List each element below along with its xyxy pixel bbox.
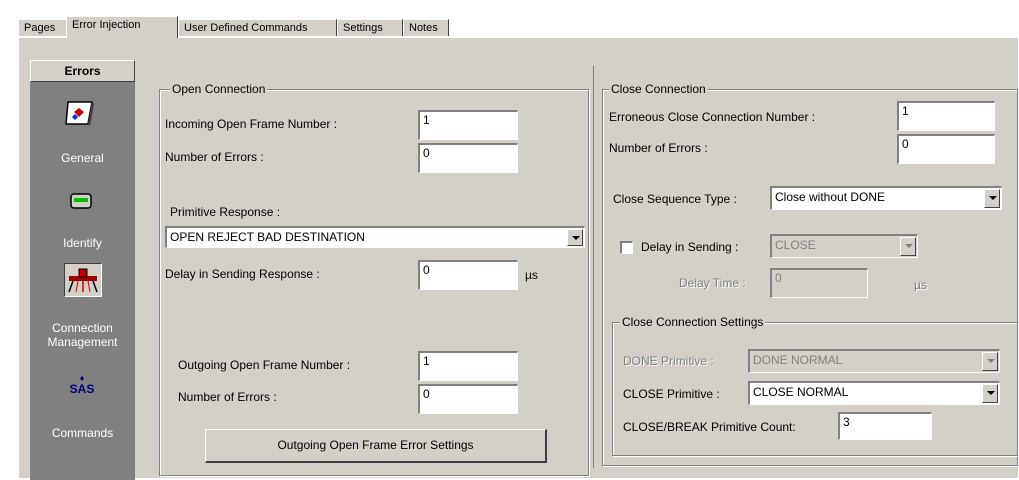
- delay-sending-response-label: Delay in Sending Response :: [165, 267, 320, 281]
- close-primitive-select[interactable]: CLOSE NORMAL: [748, 381, 1000, 405]
- delay-in-sending-checkbox[interactable]: [620, 241, 633, 254]
- close-sequence-type-value: Close without DONE: [775, 190, 886, 204]
- tab-error-injection[interactable]: Error Injection: [66, 16, 178, 38]
- outgoing-num-errors-label: Number of Errors :: [178, 390, 277, 404]
- close-sequence-type-select[interactable]: Close without DONE: [770, 186, 1002, 210]
- close-primitive-label: CLOSE Primitive :: [623, 387, 720, 401]
- delay-time-unit-label: µs: [914, 278, 927, 292]
- tab-pages[interactable]: Pages: [18, 19, 68, 36]
- close-num-errors-input[interactable]: 0: [897, 134, 995, 164]
- close-break-count-input[interactable]: 3: [838, 412, 932, 440]
- sidebar-item-commands[interactable]: Commands: [30, 426, 135, 440]
- close-break-count-label: CLOSE/BREAK Primitive Count:: [623, 420, 796, 434]
- primitive-response-value: OPEN REJECT BAD DESTINATION: [170, 230, 365, 244]
- delay-in-sending-select[interactable]: CLOSE: [770, 234, 918, 258]
- tab-user-defined-commands[interactable]: User Defined Commands: [178, 19, 337, 36]
- close-connection-settings-title: Close Connection Settings: [620, 315, 766, 329]
- chevron-down-icon[interactable]: [984, 189, 1000, 208]
- panel-divider: [593, 66, 594, 468]
- outgoing-open-frame-label: Outgoing Open Frame Number :: [178, 358, 351, 372]
- errors-header-button[interactable]: Errors: [30, 60, 135, 82]
- open-num-errors-input[interactable]: 0: [418, 143, 518, 173]
- close-num-errors-label: Number of Errors :: [609, 141, 708, 155]
- delay-time-input[interactable]: 0: [770, 268, 868, 298]
- done-primitive-select[interactable]: DONE NORMAL: [748, 349, 1000, 373]
- primitive-response-select[interactable]: OPEN REJECT BAD DESTINATION: [165, 226, 585, 248]
- outgoing-num-errors-input[interactable]: 0: [418, 384, 518, 414]
- done-primitive-value: DONE NORMAL: [753, 353, 843, 367]
- open-num-errors-label: Number of Errors :: [165, 150, 264, 164]
- erroneous-close-label: Erroneous Close Connection Number :: [609, 110, 816, 124]
- connection-management-icon[interactable]: [64, 263, 102, 297]
- sidebar-item-connection-management[interactable]: Connection Management: [30, 321, 135, 349]
- chevron-down-icon[interactable]: [982, 384, 998, 403]
- incoming-open-frame-input[interactable]: 1: [418, 110, 518, 140]
- close-connection-title: Close Connection: [609, 82, 708, 96]
- general-icon[interactable]: [62, 98, 100, 128]
- sidebar-item-identify[interactable]: Identify: [30, 236, 135, 250]
- delay-in-sending-value: CLOSE: [775, 238, 816, 252]
- open-connection-group: [159, 89, 589, 476]
- identify-icon[interactable]: [62, 188, 100, 218]
- delay-sending-response-input[interactable]: 0: [418, 260, 518, 290]
- chevron-down-icon[interactable]: [567, 229, 583, 246]
- outgoing-open-frame-input[interactable]: 1: [418, 351, 518, 381]
- close-primitive-value: CLOSE NORMAL: [753, 385, 849, 399]
- sidebar-item-general[interactable]: General: [30, 151, 135, 165]
- delay-time-label: Delay Time :: [679, 276, 746, 290]
- sas-commands-icon[interactable]: ♦ SAS: [62, 374, 102, 402]
- done-primitive-label: DONE Primitive :: [623, 354, 714, 368]
- close-sequence-type-label: Close Sequence Type :: [613, 192, 737, 206]
- chevron-down-icon[interactable]: [982, 352, 998, 371]
- sas-icon-text: SAS: [69, 382, 95, 396]
- incoming-open-frame-label: Incoming Open Frame Number :: [165, 117, 338, 131]
- delay-in-sending-label: Delay in Sending :: [641, 240, 739, 254]
- primitive-response-label: Primitive Response :: [170, 205, 281, 219]
- delay-unit-label: µs: [525, 268, 538, 282]
- erroneous-close-input[interactable]: 1: [897, 101, 995, 131]
- outgoing-open-frame-error-settings-button[interactable]: Outgoing Open Frame Error Settings: [205, 429, 547, 463]
- tab-notes[interactable]: Notes: [403, 19, 449, 36]
- tab-settings[interactable]: Settings: [337, 19, 403, 36]
- chevron-down-icon[interactable]: [900, 237, 916, 256]
- open-connection-title: Open Connection: [170, 82, 268, 96]
